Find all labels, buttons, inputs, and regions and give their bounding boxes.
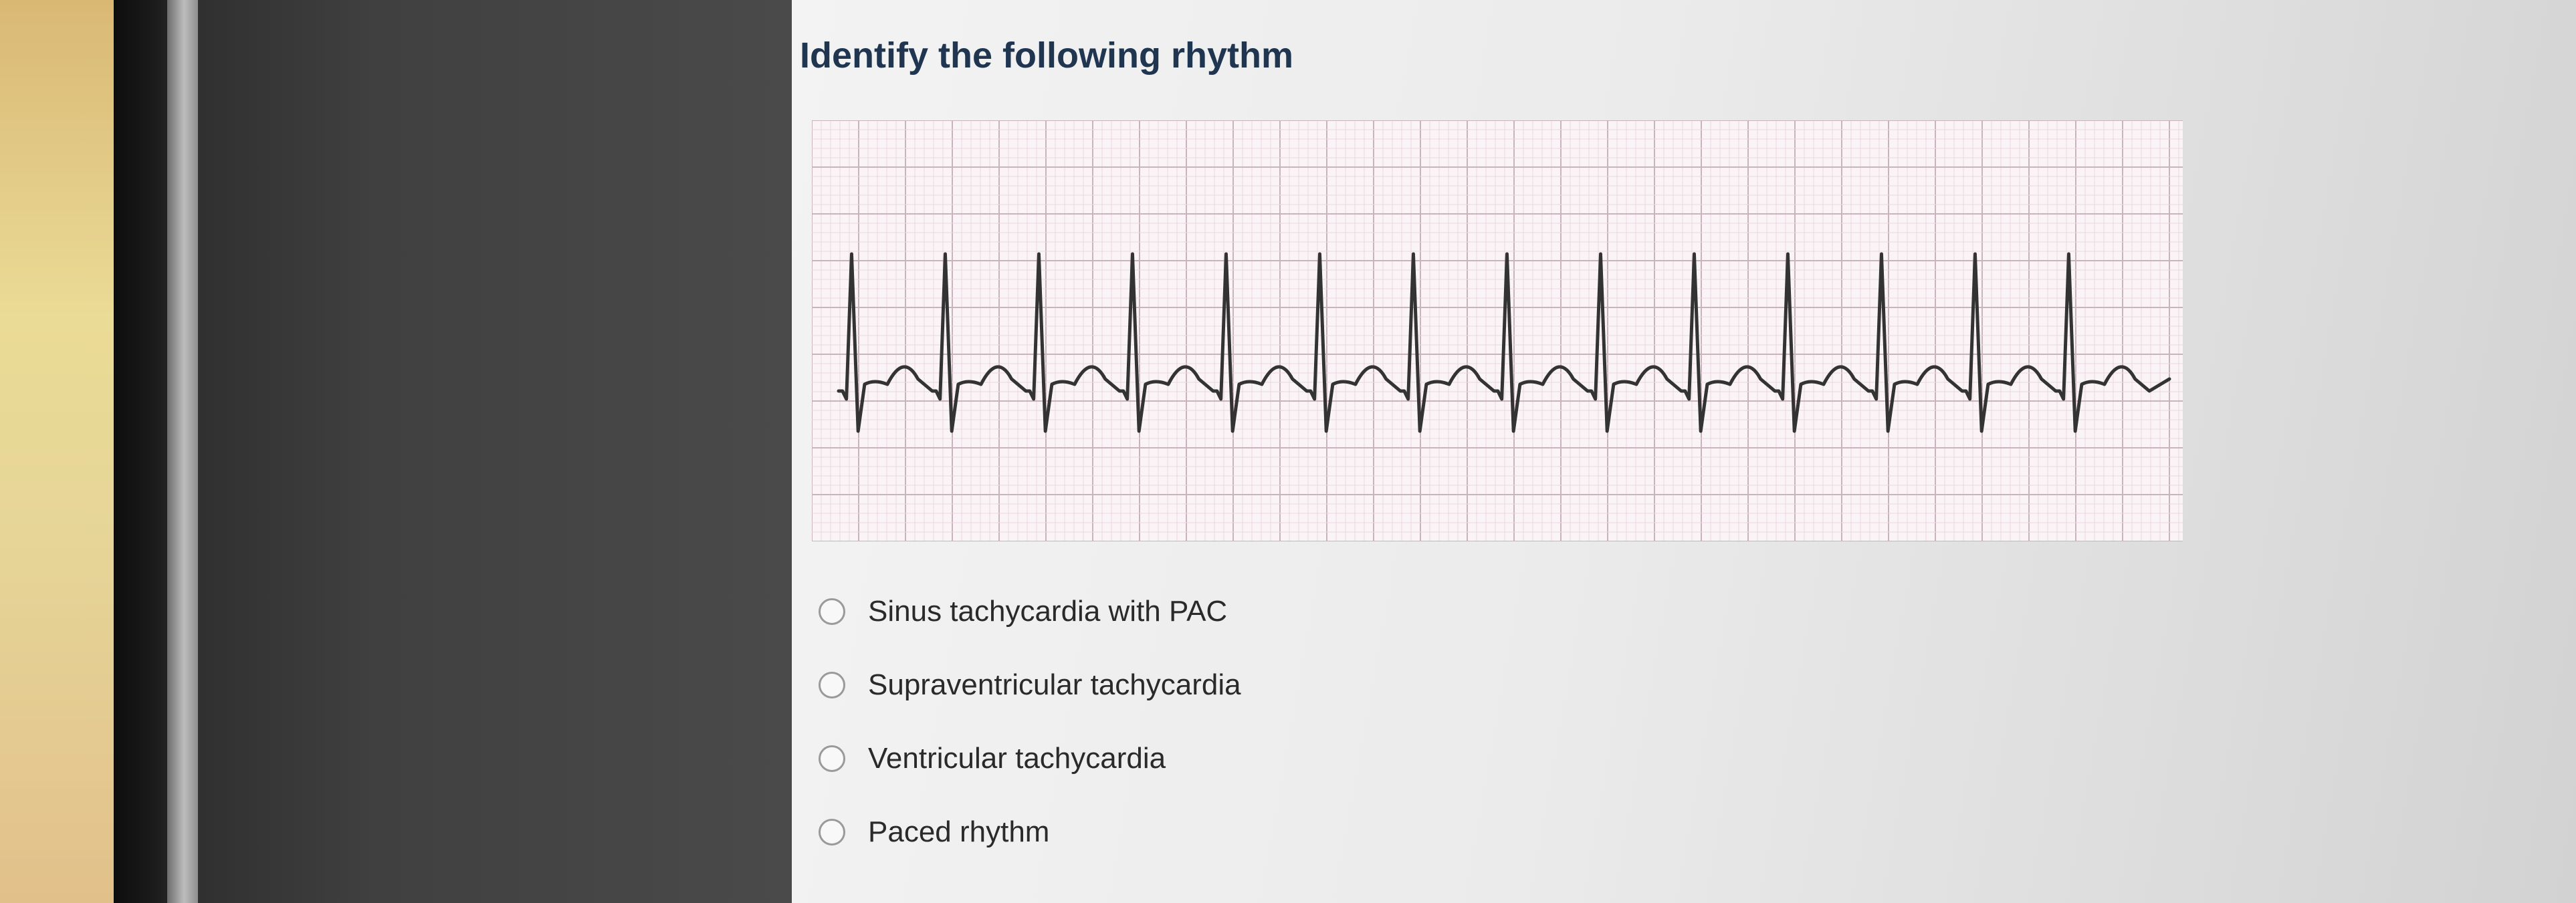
option-label: Ventricular tachycardia [868, 742, 1166, 775]
answer-options: Sinus tachycardia with PAC Supraventricu… [819, 575, 1241, 869]
monitor-bezel-edge [167, 0, 198, 903]
question-title: Identify the following rhythm [800, 35, 1293, 76]
option-supraventricular-tachycardia[interactable]: Supraventricular tachycardia [819, 648, 1241, 722]
sidebar-panel [198, 0, 792, 903]
radio-button[interactable] [819, 672, 845, 698]
option-ventricular-tachycardia[interactable]: Ventricular tachycardia [819, 722, 1241, 795]
ecg-strip-image [812, 120, 2183, 541]
question-content: Identify the following rhythm Sinus tach… [792, 0, 2576, 903]
option-sinus-tachycardia-with-pac[interactable]: Sinus tachycardia with PAC [819, 575, 1241, 648]
radio-button[interactable] [819, 745, 845, 772]
option-paced-rhythm[interactable]: Paced rhythm [819, 795, 1241, 869]
radio-button[interactable] [819, 819, 845, 846]
option-label: Sinus tachycardia with PAC [868, 595, 1228, 628]
option-label: Supraventricular tachycardia [868, 668, 1241, 701]
option-label: Paced rhythm [868, 815, 1050, 848]
radio-button[interactable] [819, 598, 845, 625]
